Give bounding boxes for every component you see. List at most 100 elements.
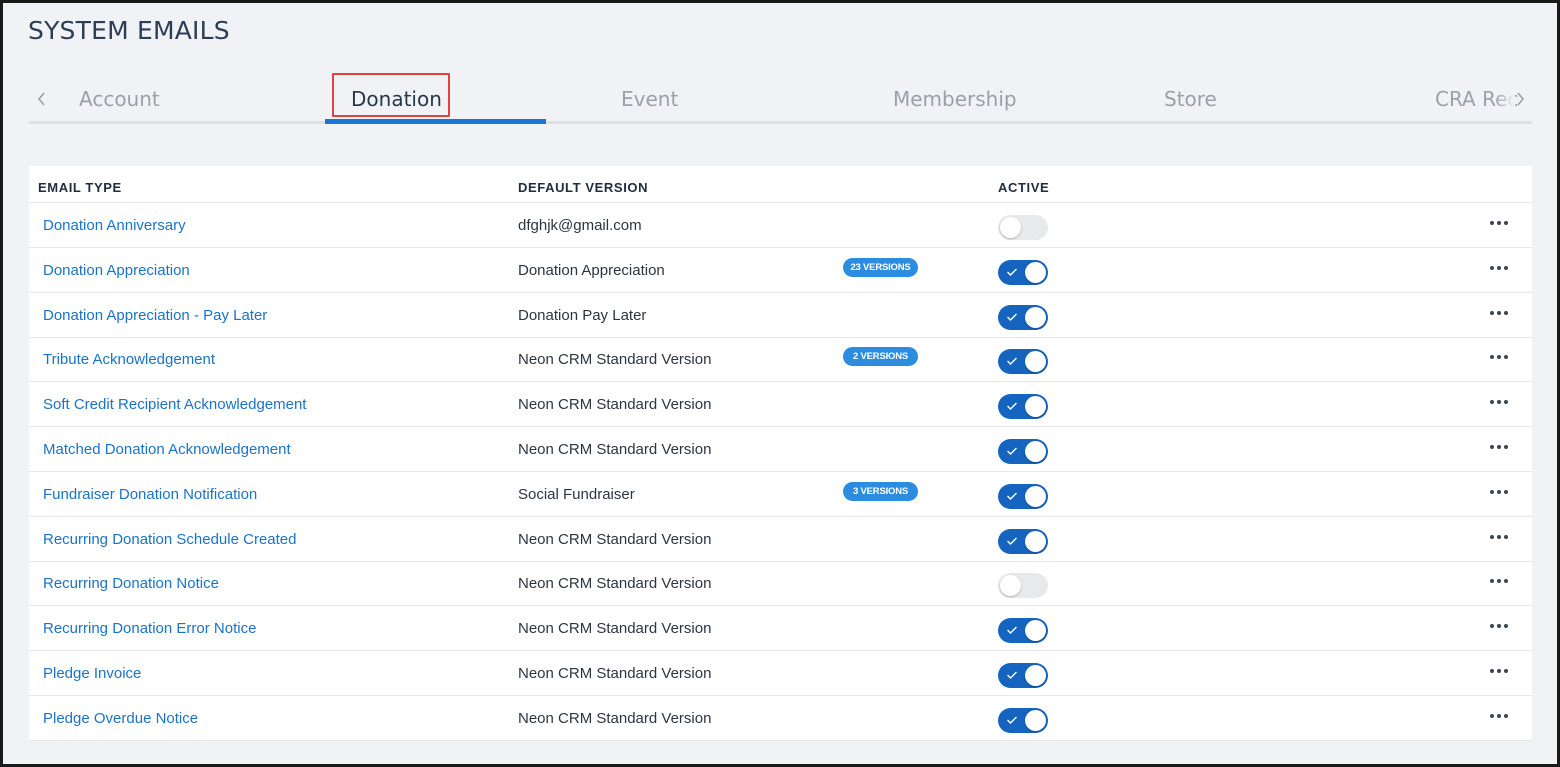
more-horizontal-icon[interactable] bbox=[1488, 663, 1514, 679]
active-toggle[interactable] bbox=[998, 394, 1048, 420]
more-horizontal-icon[interactable] bbox=[1488, 573, 1514, 589]
active-toggle[interactable] bbox=[998, 483, 1048, 509]
toggle-knob bbox=[1025, 665, 1046, 686]
table-row: Soft Credit Recipient Acknowledgement Neo… bbox=[29, 382, 1532, 428]
check-icon bbox=[1007, 537, 1017, 545]
tab-donation[interactable]: Donation bbox=[351, 87, 442, 111]
more-horizontal-icon[interactable] bbox=[1488, 215, 1514, 231]
table-header: EMAIL TYPE DEFAULT VERSION ACTIVE bbox=[29, 166, 1532, 203]
versions-badge[interactable]: 2 VERSIONS bbox=[843, 347, 918, 367]
default-version-text: Neon CRM Standard Version bbox=[518, 396, 712, 414]
email-type-link[interactable]: Donation Appreciation - Pay Later bbox=[43, 307, 267, 324]
more-horizontal-icon[interactable] bbox=[1488, 529, 1514, 545]
email-type-link[interactable]: Donation Appreciation bbox=[43, 262, 190, 279]
table-row: Pledge Invoice Neon CRM Standard Version bbox=[29, 651, 1532, 696]
table-row: Pledge Overdue Notice Neon CRM Standard V… bbox=[29, 696, 1532, 741]
column-header-active: ACTIVE bbox=[998, 180, 1050, 195]
email-type-link[interactable]: Pledge Invoice bbox=[43, 665, 141, 682]
toggle-knob bbox=[1000, 575, 1021, 597]
toggle-knob bbox=[1025, 351, 1046, 373]
versions-badge[interactable]: 23 VERSIONS bbox=[843, 257, 918, 277]
table-row: Recurring Donation Schedule Created Neon … bbox=[29, 517, 1532, 562]
page-title: SYSTEM EMAILS bbox=[28, 16, 230, 45]
more-horizontal-icon[interactable] bbox=[1488, 618, 1514, 634]
tab-store[interactable]: Store bbox=[1164, 87, 1217, 111]
chevron-right-icon[interactable] bbox=[1513, 89, 1527, 109]
check-icon bbox=[1007, 492, 1017, 500]
default-version-text: Neon CRM Standard Version bbox=[518, 441, 712, 458]
active-toggle[interactable] bbox=[998, 707, 1048, 733]
email-category-tabs: Account Donation Event Membership Store … bbox=[29, 71, 1532, 125]
active-toggle[interactable] bbox=[998, 663, 1048, 688]
system-emails-table: EMAIL TYPE DEFAULT VERSION ACTIVE Donati… bbox=[29, 166, 1532, 741]
active-toggle[interactable] bbox=[998, 439, 1048, 464]
tab-account[interactable]: Account bbox=[79, 87, 160, 111]
toggle-knob bbox=[1025, 485, 1046, 507]
active-toggle[interactable] bbox=[998, 573, 1048, 599]
default-version-text: Neon CRM Standard Version bbox=[518, 709, 712, 727]
table-row: Donation Appreciation Donation Appreciati… bbox=[29, 248, 1532, 293]
table-row: Tribute Acknowledgement Neon CRM Standard… bbox=[29, 337, 1532, 383]
check-icon bbox=[1007, 447, 1017, 455]
email-type-link[interactable]: Recurring Donation Error Notice bbox=[43, 620, 256, 637]
check-icon bbox=[1007, 357, 1017, 366]
email-type-link[interactable]: Tribute Acknowledgement bbox=[43, 351, 215, 368]
default-version-text: Neon CRM Standard Version bbox=[518, 665, 712, 682]
default-version-text: Social Fundraiser bbox=[518, 485, 635, 503]
email-type-link[interactable]: Fundraiser Donation Notification bbox=[43, 486, 257, 503]
more-horizontal-icon[interactable] bbox=[1488, 484, 1514, 500]
tab-event[interactable]: Event bbox=[621, 87, 678, 111]
more-horizontal-icon[interactable] bbox=[1488, 708, 1514, 724]
versions-badge[interactable]: 3 VERSIONS bbox=[843, 481, 918, 501]
check-icon bbox=[1007, 626, 1017, 635]
default-version-text: Neon CRM Standard Version bbox=[518, 575, 712, 593]
toggle-knob bbox=[1025, 709, 1046, 731]
more-horizontal-icon[interactable] bbox=[1488, 394, 1514, 410]
email-type-link[interactable]: Pledge Overdue Notice bbox=[43, 710, 198, 727]
table-row: Recurring Donation Notice Neon CRM Standa… bbox=[29, 561, 1532, 607]
toggle-knob bbox=[1025, 396, 1046, 418]
chevron-left-icon[interactable] bbox=[35, 89, 49, 109]
column-header-email-type: EMAIL TYPE bbox=[38, 180, 122, 195]
email-type-link[interactable]: Soft Credit Recipient Acknowledgement bbox=[43, 396, 306, 413]
active-toggle[interactable] bbox=[998, 259, 1048, 285]
tabs-baseline bbox=[29, 121, 1532, 124]
tab-membership[interactable]: Membership bbox=[893, 87, 1017, 111]
toggle-knob bbox=[1025, 530, 1046, 552]
active-toggle[interactable] bbox=[998, 528, 1048, 554]
more-horizontal-icon[interactable] bbox=[1488, 349, 1514, 365]
more-horizontal-icon[interactable] bbox=[1488, 439, 1514, 455]
email-type-link[interactable]: Recurring Donation Notice bbox=[43, 575, 219, 592]
email-type-link[interactable]: Matched Donation Acknowledgement bbox=[43, 441, 291, 458]
check-icon bbox=[1007, 313, 1017, 321]
default-version-text: Neon CRM Standard Version bbox=[518, 620, 712, 638]
default-version-text: Donation Pay Later bbox=[518, 306, 647, 324]
toggle-knob bbox=[1025, 441, 1046, 462]
email-type-link[interactable]: Recurring Donation Schedule Created bbox=[43, 531, 296, 548]
column-header-default-version: DEFAULT VERSION bbox=[518, 180, 649, 195]
active-toggle[interactable] bbox=[998, 304, 1048, 330]
email-type-link[interactable]: Donation Anniversary bbox=[43, 217, 186, 234]
more-horizontal-icon[interactable] bbox=[1488, 305, 1514, 321]
active-toggle[interactable] bbox=[998, 618, 1048, 644]
toggle-knob bbox=[1025, 620, 1046, 642]
active-tab-indicator bbox=[325, 119, 546, 124]
table-row: Fundraiser Donation Notification Social F… bbox=[29, 472, 1532, 517]
toggle-knob bbox=[1025, 261, 1046, 283]
default-version-text: Neon CRM Standard Version bbox=[518, 351, 712, 369]
table-row: Recurring Donation Error Notice Neon CRM … bbox=[29, 606, 1532, 652]
check-icon bbox=[1007, 402, 1017, 411]
active-toggle[interactable] bbox=[998, 349, 1048, 375]
default-version-text: Donation Appreciation bbox=[518, 261, 665, 279]
toggle-knob bbox=[1000, 217, 1021, 238]
check-icon bbox=[1007, 268, 1017, 276]
system-emails-panel: SYSTEM EMAILS Account Donation Event Mem… bbox=[0, 0, 1560, 767]
check-icon bbox=[1007, 716, 1017, 724]
active-toggle[interactable] bbox=[998, 215, 1048, 240]
toggle-knob bbox=[1025, 306, 1046, 328]
default-version-text: dfghjk@gmail.com bbox=[518, 217, 642, 234]
table-row: Donation Appreciation - Pay Later Donatio… bbox=[29, 293, 1532, 338]
table-row: Donation Anniversary dfghjk@gmail.com bbox=[29, 203, 1532, 248]
check-icon bbox=[1007, 671, 1017, 679]
more-horizontal-icon[interactable] bbox=[1488, 260, 1514, 276]
